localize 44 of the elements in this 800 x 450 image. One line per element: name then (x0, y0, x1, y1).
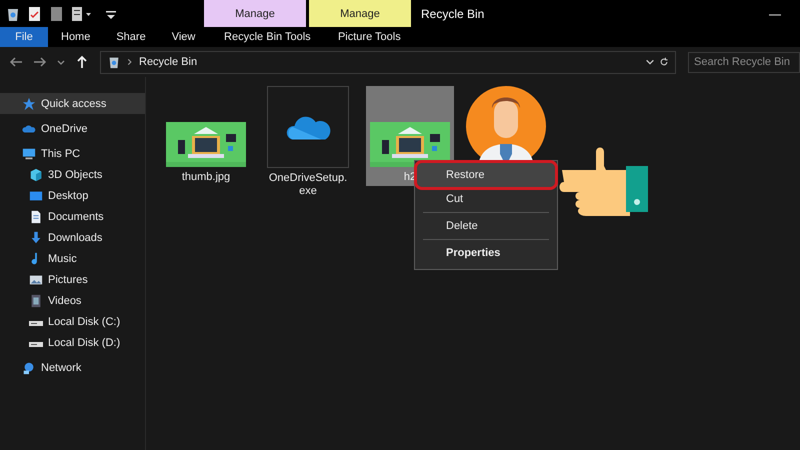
image-icon (29, 272, 43, 286)
monitor-icon (29, 188, 43, 202)
file-item[interactable]: thumb.jpg (162, 86, 250, 186)
sidebar-item[interactable]: Videos (0, 290, 145, 311)
contextual-tab-header: Manage (204, 0, 306, 27)
sidebar-item[interactable]: This PC (0, 143, 145, 164)
sidebar-item[interactable]: Local Disk (D:) (0, 332, 145, 353)
sidebar-item[interactable]: 3D Objects (0, 164, 145, 185)
document-icon (29, 210, 43, 224)
cube-icon (29, 168, 43, 182)
sidebar-item[interactable]: Network (0, 357, 145, 378)
sidebar-item[interactable]: OneDrive (0, 118, 145, 139)
recycle-bin-icon (107, 55, 121, 69)
sidebar-item[interactable]: Documents (0, 206, 145, 227)
ribbon-tab[interactable]: Picture Tools (318, 27, 420, 47)
monitor-icon (22, 146, 36, 160)
menu-item[interactable]: Cut (417, 187, 555, 211)
sidebar-item[interactable]: Pictures (0, 269, 145, 290)
sidebar-item[interactable]: Downloads (0, 227, 145, 248)
ribbon-tab[interactable]: View (158, 27, 208, 47)
menu-item[interactable]: Restore (417, 163, 555, 187)
sidebar-item[interactable]: Local Disk (C:) (0, 311, 145, 332)
menu-item[interactable]: Properties (417, 241, 555, 265)
star-icon (22, 96, 36, 110)
ribbon-tab[interactable]: Share (103, 27, 159, 47)
window-title: Recycle Bin (421, 6, 484, 20)
contextual-tab-header: Manage (309, 0, 411, 27)
download-icon (29, 230, 43, 244)
sidebar-item[interactable]: Music (0, 248, 145, 269)
network-icon (22, 360, 36, 374)
search-field[interactable]: Search Recycle Bin (688, 52, 800, 72)
menu-item[interactable]: Delete (417, 214, 555, 238)
sidebar-item[interactable]: Quick access (0, 93, 145, 114)
document-icon[interactable] (49, 6, 65, 22)
checklist-icon[interactable] (27, 6, 43, 22)
address-bar[interactable]: Recycle Bin (100, 50, 676, 74)
drive-icon (29, 342, 43, 347)
ribbon-tab[interactable]: Home (48, 27, 104, 47)
ribbon-tab[interactable]: File (0, 27, 48, 47)
film-icon (29, 294, 43, 308)
drive-icon (29, 321, 43, 326)
minimize-button[interactable]: — (750, 0, 800, 27)
ribbon-tab[interactable]: Recycle Bin Tools (216, 27, 318, 47)
sidebar-item[interactable]: Desktop (0, 185, 145, 206)
